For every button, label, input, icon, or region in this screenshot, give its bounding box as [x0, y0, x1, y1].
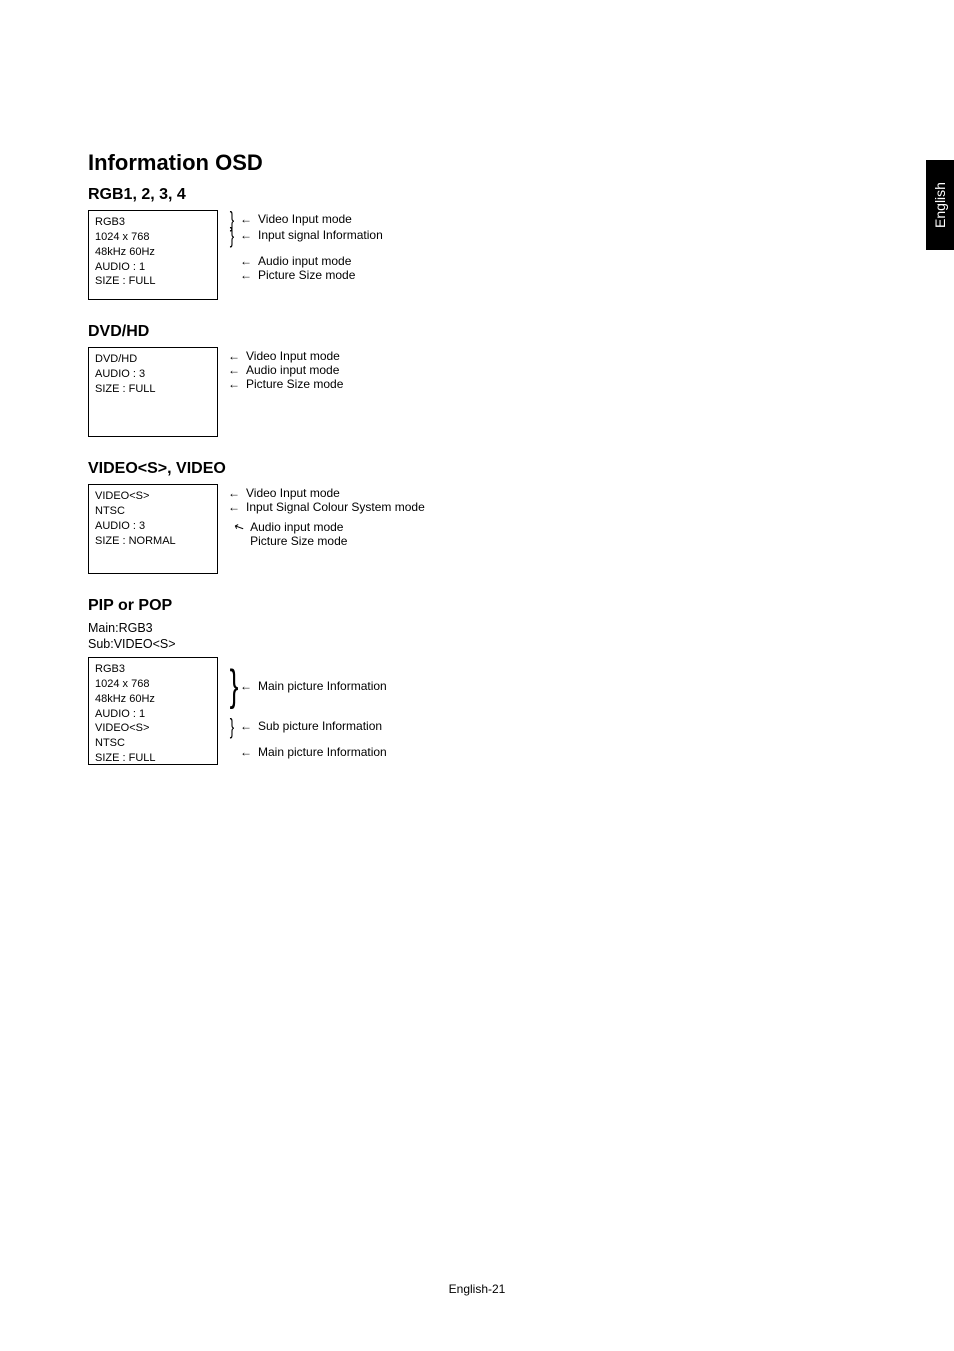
osd-line: NTSC — [95, 736, 211, 751]
brace-icon: } — [230, 675, 235, 697]
arrow-left-icon: ← — [240, 720, 252, 732]
osd-line: NTSC — [95, 504, 211, 519]
osd-line: SIZE : FULL — [95, 382, 211, 397]
brace-icon: } — [230, 721, 235, 732]
osd-box-video: VIDEO<S> NTSC AUDIO : 3 SIZE : NORMAL — [88, 484, 218, 574]
callout-text: Picture Size mode — [250, 534, 347, 548]
osd-box-rgb: RGB3 1024 x 768 48kHz 60Hz AUDIO : 1 SIZ… — [88, 210, 218, 300]
arrow-left-icon: ← — [240, 229, 252, 241]
osd-line: DVD/HD — [95, 352, 211, 367]
page-footer: English-21 — [0, 1282, 954, 1296]
arrow-left-icon: ← — [240, 213, 252, 225]
section-heading-pip: PIP or POP — [88, 597, 868, 615]
callout-text: Main picture Information — [258, 679, 387, 693]
page-content: Information OSD RGB1, 2, 3, 4 RGB3 1024 … — [88, 150, 868, 785]
callout-text: Main picture Information — [258, 745, 387, 759]
callout-text: Video Input mode — [258, 212, 352, 226]
language-tab-label: English — [932, 182, 948, 228]
block-pip: RGB3 1024 x 768 48kHz 60Hz AUDIO : 1 VID… — [88, 657, 868, 767]
osd-line: VIDEO<S> — [95, 721, 211, 736]
callout-text: Audio input mode — [250, 520, 343, 534]
arrow-left-icon: ← — [240, 680, 252, 692]
osd-line: AUDIO : 3 — [95, 519, 211, 534]
arrow-diagonal-icon: ↖ — [232, 519, 246, 534]
osd-line: VIDEO<S> — [95, 489, 211, 504]
section-heading-dvd: DVD/HD — [88, 323, 868, 341]
osd-line: 1024 x 768 — [95, 677, 211, 692]
callout-text: Picture Size mode — [258, 268, 355, 282]
osd-line: SIZE : NORMAL — [95, 534, 211, 549]
callout-text: Picture Size mode — [246, 377, 343, 391]
callout-text: Sub picture Information — [258, 719, 382, 733]
arrow-left-icon: ← — [228, 501, 240, 513]
block-dvd: DVD/HD AUDIO : 3 SIZE : FULL ← Video Inp… — [88, 347, 868, 442]
callout-text: Input signal Information — [258, 228, 383, 242]
osd-line: SIZE : FULL — [95, 274, 211, 289]
osd-line: RGB3 — [95, 215, 211, 230]
section-heading-rgb: RGB1, 2, 3, 4 — [88, 186, 868, 204]
pip-sub-label: Sub:VIDEO<S> — [88, 637, 868, 651]
callout-text: Audio input mode — [246, 363, 339, 377]
arrow-left-icon: ← — [240, 269, 252, 281]
osd-line: 1024 x 768 — [95, 230, 211, 245]
arrow-left-icon: ← — [228, 364, 240, 376]
osd-line: RGB3 — [95, 662, 211, 677]
osd-line: AUDIO : 3 — [95, 367, 211, 382]
callout-text: Video Input mode — [246, 349, 340, 363]
osd-box-dvd: DVD/HD AUDIO : 3 SIZE : FULL — [88, 347, 218, 437]
callout-text: Video Input mode — [246, 486, 340, 500]
block-video: VIDEO<S> NTSC AUDIO : 3 SIZE : NORMAL ← … — [88, 484, 868, 579]
block-rgb: RGB3 1024 x 768 48kHz 60Hz AUDIO : 1 SIZ… — [88, 210, 868, 305]
arrow-left-icon: ← — [240, 255, 252, 267]
language-tab: English — [926, 160, 954, 250]
osd-line: AUDIO : 1 — [95, 260, 211, 275]
arrow-left-icon: ← — [228, 378, 240, 390]
arrow-left-icon: ← — [240, 746, 252, 758]
brace-icon: } — [230, 230, 235, 241]
arrow-left-icon: ← — [228, 487, 240, 499]
callout-text: Audio input mode — [258, 254, 351, 268]
osd-box-pip: RGB3 1024 x 768 48kHz 60Hz AUDIO : 1 VID… — [88, 657, 218, 765]
osd-line: SIZE : FULL — [95, 751, 211, 766]
osd-line: AUDIO : 1 — [95, 707, 211, 722]
arrow-left-icon: ← — [228, 350, 240, 362]
callout-text: Input Signal Colour System mode — [246, 500, 425, 514]
section-heading-video: VIDEO<S>, VIDEO — [88, 460, 868, 478]
osd-line: 48kHz 60Hz — [95, 245, 211, 260]
pip-main-label: Main:RGB3 — [88, 621, 868, 635]
osd-line: 48kHz 60Hz — [95, 692, 211, 707]
page-title: Information OSD — [88, 150, 868, 176]
